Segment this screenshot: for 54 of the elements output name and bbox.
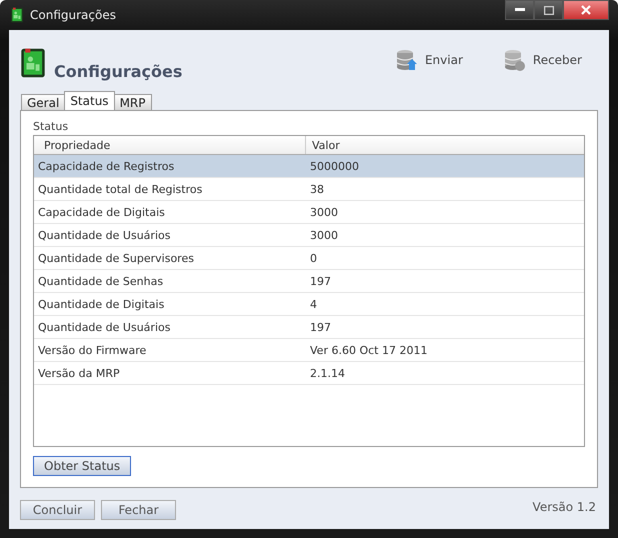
table-row[interactable]: Capacidade de Registros 5000000 [34,155,584,178]
table-cell-text: Quantidade de Usuários [37,228,172,242]
table-row[interactable]: Quantidade de Supervisores 0 [34,247,584,270]
section-title: Status [33,120,70,133]
table-cell-text: 4 [309,298,317,310]
table-cell-text: 0 [309,252,317,264]
device-icon [20,47,46,79]
table-row[interactable]: Quantidade total de Registros 38 [34,178,584,201]
footer-button[interactable]: Fechar [101,500,176,520]
tab[interactable]: MRP [114,94,152,110]
table-cell-text: Quantidade de Supervisores [37,252,195,264]
close-button[interactable] [563,0,609,20]
table-cell-text: 197 [309,274,331,288]
table-cell-text: Quantidade de Usuários [37,320,172,334]
database-upload-icon [394,48,419,72]
table-cell-text: 3000 [309,206,338,218]
table-cell-text: Quantidade de Senhas [37,274,164,288]
maximize-button[interactable] [534,0,563,20]
table-row[interactable]: Quantidade de Digitais 4 [34,293,584,316]
database-icon [502,48,527,72]
tab[interactable]: Geral [21,94,66,110]
version-label: Versão 1.2 [532,500,596,514]
table-cell-text: Versão do Firmware [37,344,148,356]
table-row[interactable]: Quantidade de Senhas 197 [34,270,584,293]
page-title: Configurações [54,62,182,80]
table-cell-text: 3000 [309,228,338,242]
table-cell-text: Capacidade de Digitais [37,206,166,218]
table-cell-text: Versão da MRP [37,366,121,380]
table-cell-text: Quantidade de Digitais [37,298,166,310]
table-row[interactable]: Versão do Firmware Ver 6.60 Oct 17 2011 [34,339,584,362]
minimize-icon [514,8,524,12]
table-cell-text: Ver 6.60 Oct 17 2011 [309,344,428,356]
tab[interactable]: Status [64,91,115,110]
table-row[interactable]: Quantidade de Usuários 197 [34,316,584,339]
column-header[interactable]: Valor [306,138,340,152]
window-title: Configurações [30,8,116,22]
table-cell-text: 197 [309,320,331,334]
close-icon [581,5,591,15]
table-cell-text: 2.1.14 [309,366,345,380]
table-row[interactable]: Capacidade de Digitais 3000 [34,201,584,224]
footer-button[interactable]: Concluir [20,500,95,520]
table-row[interactable]: Quantidade de Usuários 3000 [34,224,584,247]
app-icon [10,7,24,23]
minimize-button[interactable] [505,0,534,20]
column-header[interactable]: Propriedade [34,136,306,154]
table-cell-text: Quantidade total de Registros [37,182,204,196]
table-cell-text: Capacidade de Registros [37,160,176,172]
table-cell-text: 5000000 [309,160,359,172]
send-button[interactable]: Enviar [394,48,463,72]
table-cell-text: 38 [309,182,324,196]
get-status-button[interactable]: Obter Status [33,456,132,476]
receive-button[interactable]: Receber [502,48,582,72]
table-row[interactable]: Versão da MRP 2.1.14 [34,362,584,385]
maximize-icon [544,6,554,14]
